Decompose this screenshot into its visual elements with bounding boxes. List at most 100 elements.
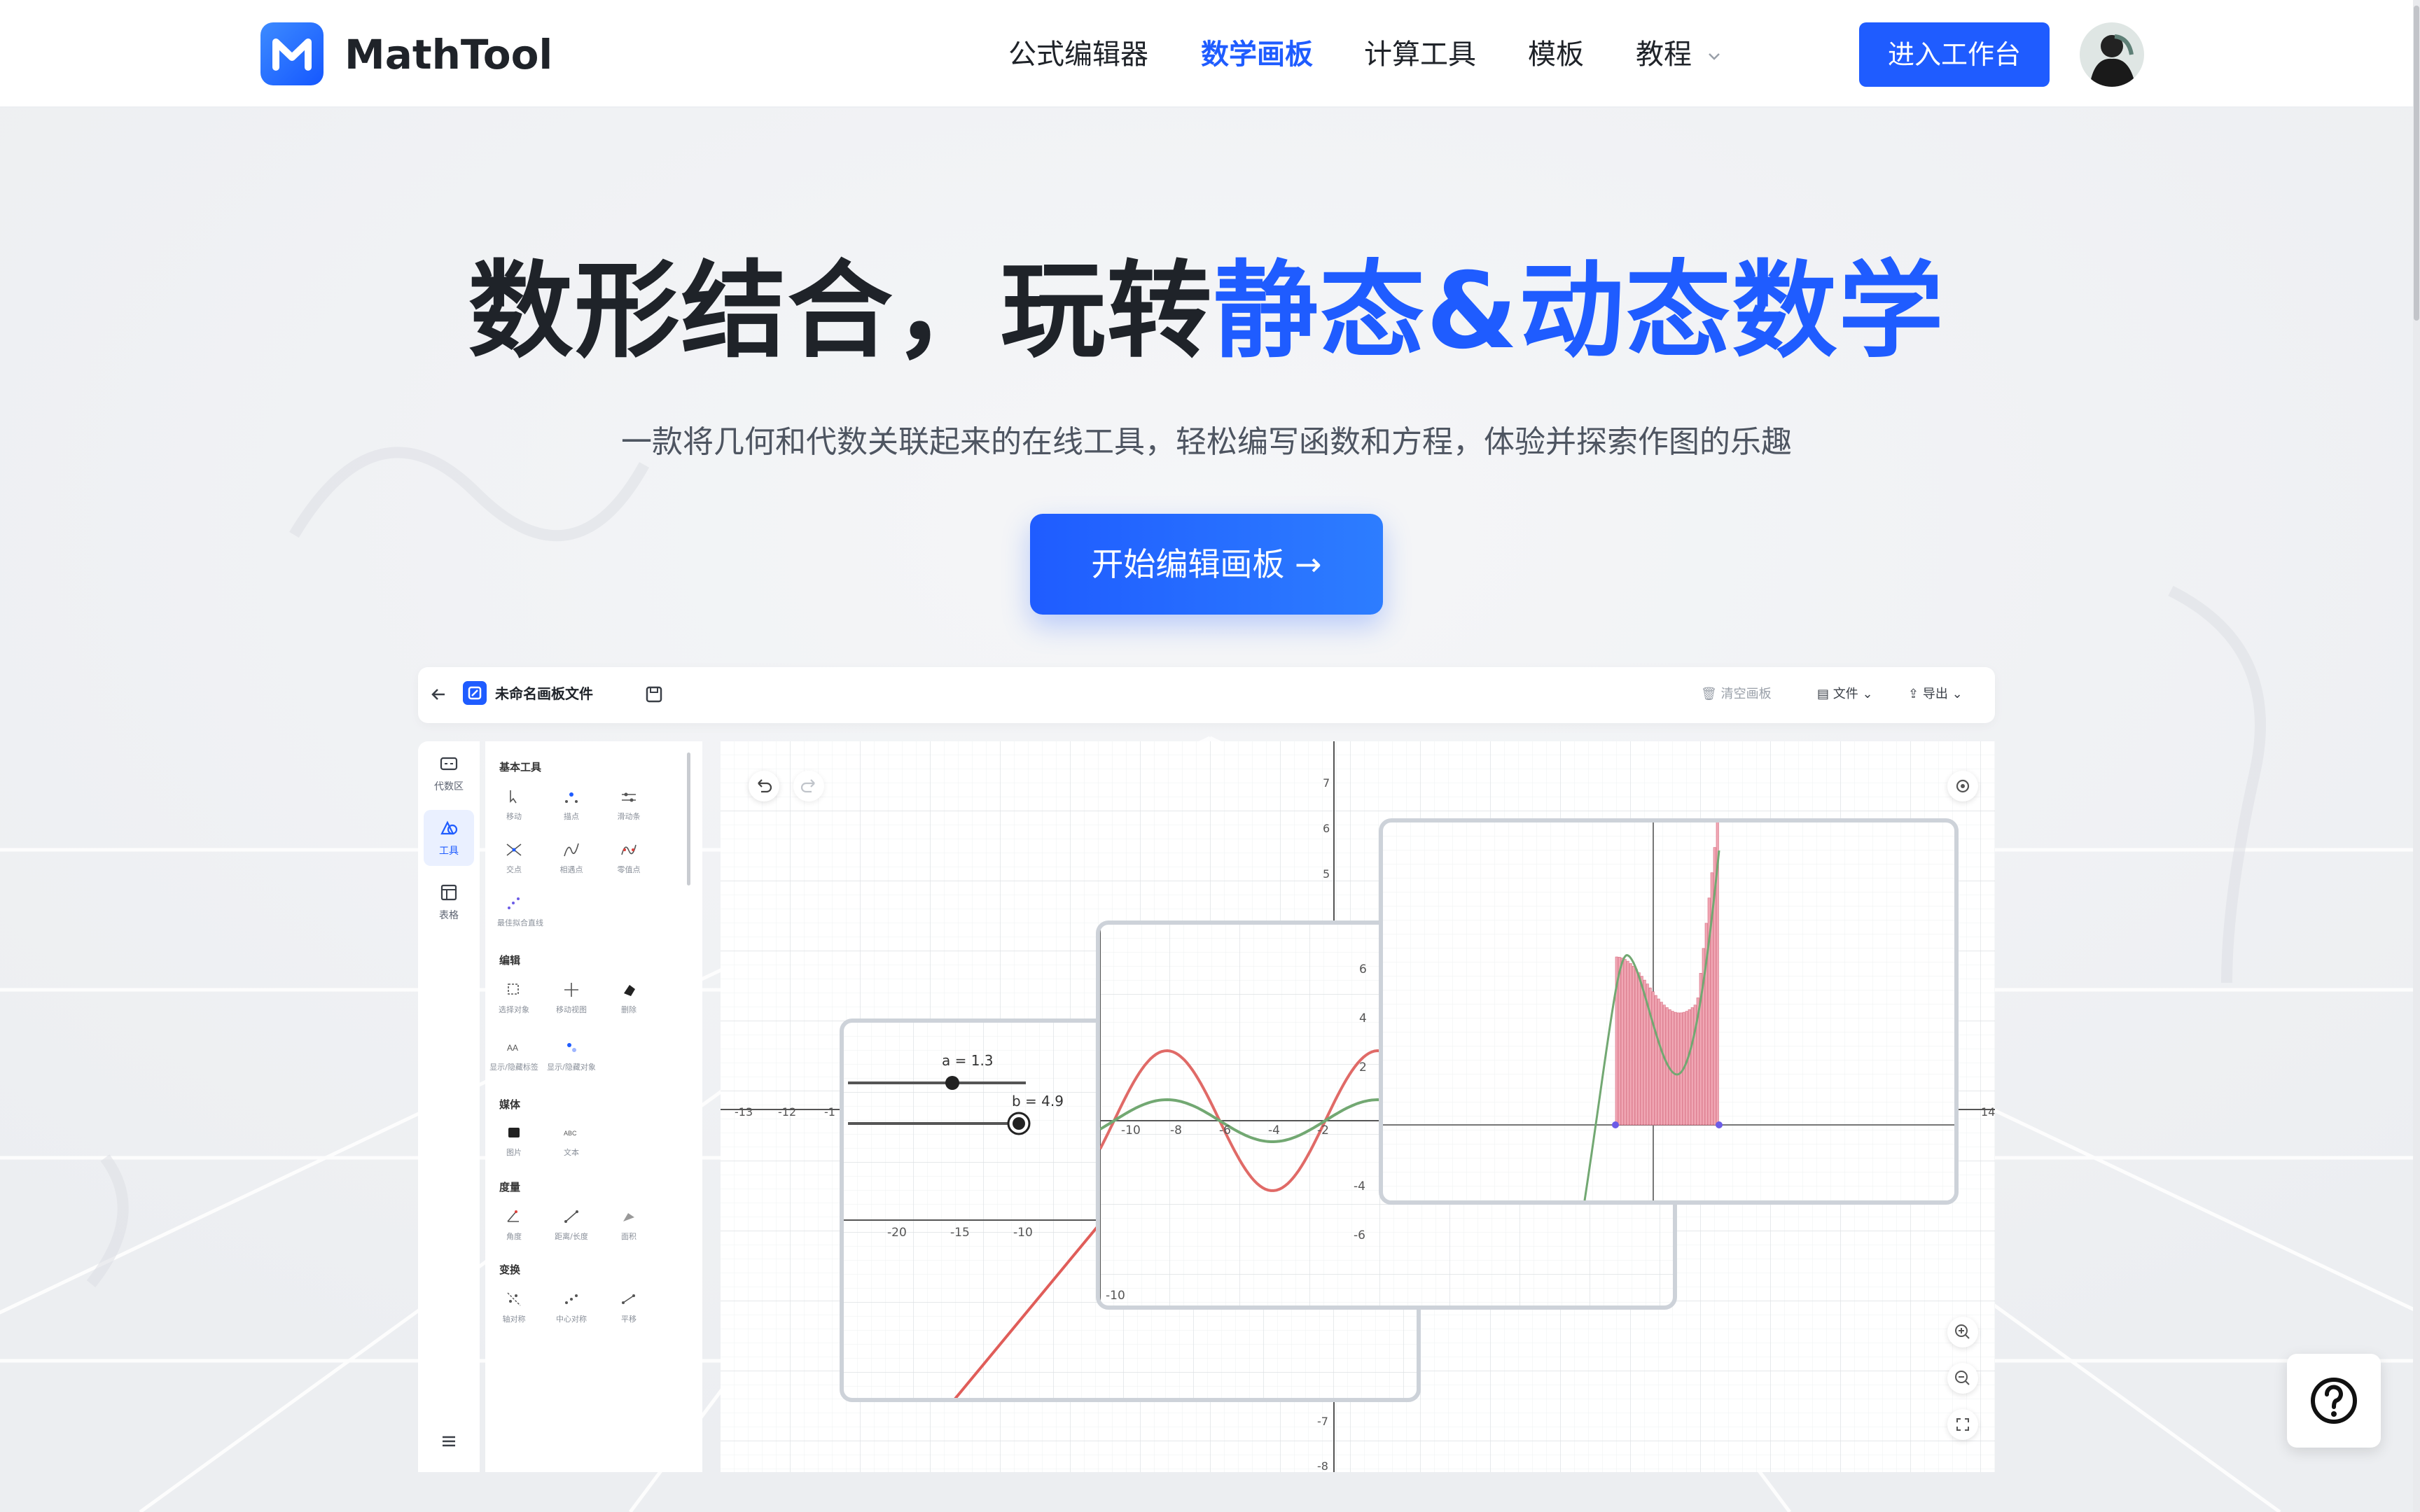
tool-extremum[interactable]: 相遇点 (543, 836, 599, 886)
rail-label: 代数区 (434, 781, 464, 792)
rotate-icon (565, 1294, 578, 1304)
histogram-bar (1651, 991, 1655, 1126)
axis-tick: -15 (950, 1226, 970, 1240)
chevron-down-icon: ⌄ (1952, 687, 1963, 701)
user-avatar[interactable] (2080, 22, 2144, 87)
histogram-bar (1637, 972, 1641, 1126)
label-icon: AA (507, 1043, 518, 1053)
hero-title-blue: 静态&动态数学 (1213, 251, 1945, 372)
tool-intersect[interactable]: 交点 (485, 836, 541, 886)
intersect-icon (506, 844, 522, 856)
export-menu-button[interactable]: ⇪ 导出 ⌄ (1908, 684, 1963, 705)
file-menu-button[interactable]: ▤ 文件 ⌄ (1817, 684, 1873, 705)
rail-item-algebra[interactable]: 代数区 (424, 746, 474, 802)
axis-tick: -8 (1317, 1460, 1328, 1472)
tool-axis-symmetry[interactable]: 轴对称 (485, 1286, 541, 1335)
zoom-in-button[interactable] (1947, 1317, 1978, 1348)
tool-panel-scrollbar[interactable] (687, 752, 690, 886)
section-media: 媒体 (499, 1098, 521, 1111)
tool-slider[interactable]: 滑动条 (600, 783, 656, 832)
histogram-bar (1690, 1007, 1694, 1126)
chevron-down-icon (1708, 53, 1720, 60)
page-scrollbar-thumb[interactable] (2414, 6, 2419, 321)
rail-item-table[interactable]: 表格 (424, 874, 474, 930)
tool-point[interactable]: 描点 (543, 783, 599, 832)
tool-text[interactable]: ABC 文本 (543, 1119, 599, 1168)
tool-panel: 基本工具 移动 描点 滑动条 交点 相遇点 零值点 最佳拟合直线 编辑 选择对象… (485, 741, 702, 1472)
axis-tick: 7 (1323, 776, 1330, 790)
redo-icon (800, 779, 815, 793)
chevron-down-icon: ⌄ (1862, 687, 1873, 701)
tool-best-fit-line[interactable]: 最佳拟合直线 (485, 890, 569, 939)
text-icon: ABC (564, 1130, 577, 1137)
axis-tick: 2 (1359, 1060, 1367, 1074)
menu-icon[interactable] (439, 1432, 459, 1451)
histogram-bar (1657, 998, 1660, 1126)
help-button[interactable] (2287, 1354, 2381, 1448)
axis-tick: -8 (1170, 1124, 1182, 1138)
histogram-bar (1676, 1012, 1680, 1126)
file-icon (463, 681, 487, 705)
histogram-bar (1688, 1009, 1691, 1126)
rail-label: 工具 (439, 846, 459, 857)
nav-tutorials[interactable]: 教程 (1636, 35, 1723, 74)
tool-pan-view[interactable]: 移动视图 (543, 976, 599, 1026)
app-toolbar: 未命名画板文件 🗑 清空画板 ▤ 文件 ⌄ ⇪ 导出 ⌄ (418, 667, 1995, 723)
brand-name[interactable]: MathTool (345, 28, 552, 81)
graph-card-histogram[interactable] (1379, 818, 1959, 1205)
area-icon (623, 1213, 634, 1222)
nav-templates[interactable]: 模板 (1528, 35, 1584, 74)
histogram-bar (1629, 963, 1632, 1126)
file-menu-label: 文件 (1833, 687, 1858, 701)
tool-translate[interactable]: 平移 (600, 1286, 656, 1335)
question-icon (2311, 1378, 2357, 1424)
settings-button[interactable] (1947, 771, 1978, 802)
graph-canvas[interactable]: -13 -12 -1 14 7 6 5 -7 -8 a = 1.3 b = 4.… (721, 741, 1995, 1472)
image-icon (508, 1128, 520, 1138)
nav-math-board[interactable]: 数学画板 (1201, 35, 1313, 74)
undo-icon (758, 779, 772, 793)
slider-a-label: a = 1.3 (942, 1052, 994, 1069)
axis-tick: -1 (824, 1105, 835, 1119)
tool-area[interactable]: 面积 (600, 1203, 656, 1252)
export-menu-label: 导出 (1922, 687, 1948, 701)
fullscreen-button[interactable] (1947, 1409, 1978, 1440)
mathtool-logo-icon[interactable] (260, 22, 324, 85)
axis-tick: 6 (1359, 962, 1367, 976)
tool-toggle-label[interactable]: AA 显示/隐藏标签 (485, 1034, 541, 1083)
histogram-bar (1674, 1011, 1677, 1126)
start-editing-button[interactable]: 开始编辑画板 → (1030, 514, 1383, 615)
tool-roots[interactable]: 零值点 (600, 836, 656, 886)
clear-board-button[interactable]: 🗑 清空画板 (1701, 684, 1772, 705)
hero-title-dark: 数形结合，玩转 (468, 251, 1214, 372)
nav-formula-editor[interactable]: 公式编辑器 (1008, 35, 1148, 74)
select-icon (508, 983, 519, 995)
axis-tick: 6 (1323, 822, 1330, 835)
app-preview: 未命名画板文件 🗑 清空画板 ▤ 文件 ⌄ ⇪ 导出 ⌄ 代数区 工具 表格 基… (418, 667, 1995, 1472)
undo-button[interactable] (749, 771, 779, 802)
axis-tick: -10 (1121, 1124, 1141, 1138)
save-icon[interactable] (644, 684, 665, 705)
file-name[interactable]: 未命名画板文件 (495, 681, 593, 706)
redo-button[interactable] (793, 771, 824, 802)
tool-delete[interactable]: 删除 (600, 976, 656, 1026)
table-icon (440, 884, 457, 901)
rail-item-tools[interactable]: 工具 (424, 810, 474, 866)
trash-icon: 🗑 (1701, 687, 1717, 701)
back-arrow-icon[interactable] (428, 684, 449, 705)
tool-distance[interactable]: 距离/长度 (543, 1203, 599, 1252)
slider-b-label: b = 4.9 (1012, 1093, 1064, 1110)
algebra-icon (440, 757, 458, 771)
axis-tick: 4 (1359, 1011, 1367, 1026)
tool-center-symmetry[interactable]: 中心对称 (543, 1286, 599, 1335)
enter-workspace-button[interactable]: 进入工作台 (1859, 22, 2050, 87)
nav-calc-tools[interactable]: 计算工具 (1364, 35, 1476, 74)
shapes-icon (440, 820, 458, 835)
angle-icon (507, 1210, 519, 1222)
tool-move[interactable]: 移动 (485, 783, 541, 832)
tool-image[interactable]: 图片 (485, 1119, 541, 1168)
tool-select[interactable]: 选择对象 (485, 976, 541, 1026)
tool-toggle-object[interactable]: 显示/隐藏对象 (543, 1034, 599, 1083)
zoom-out-button[interactable] (1947, 1363, 1978, 1394)
tool-angle[interactable]: 角度 (485, 1203, 541, 1252)
